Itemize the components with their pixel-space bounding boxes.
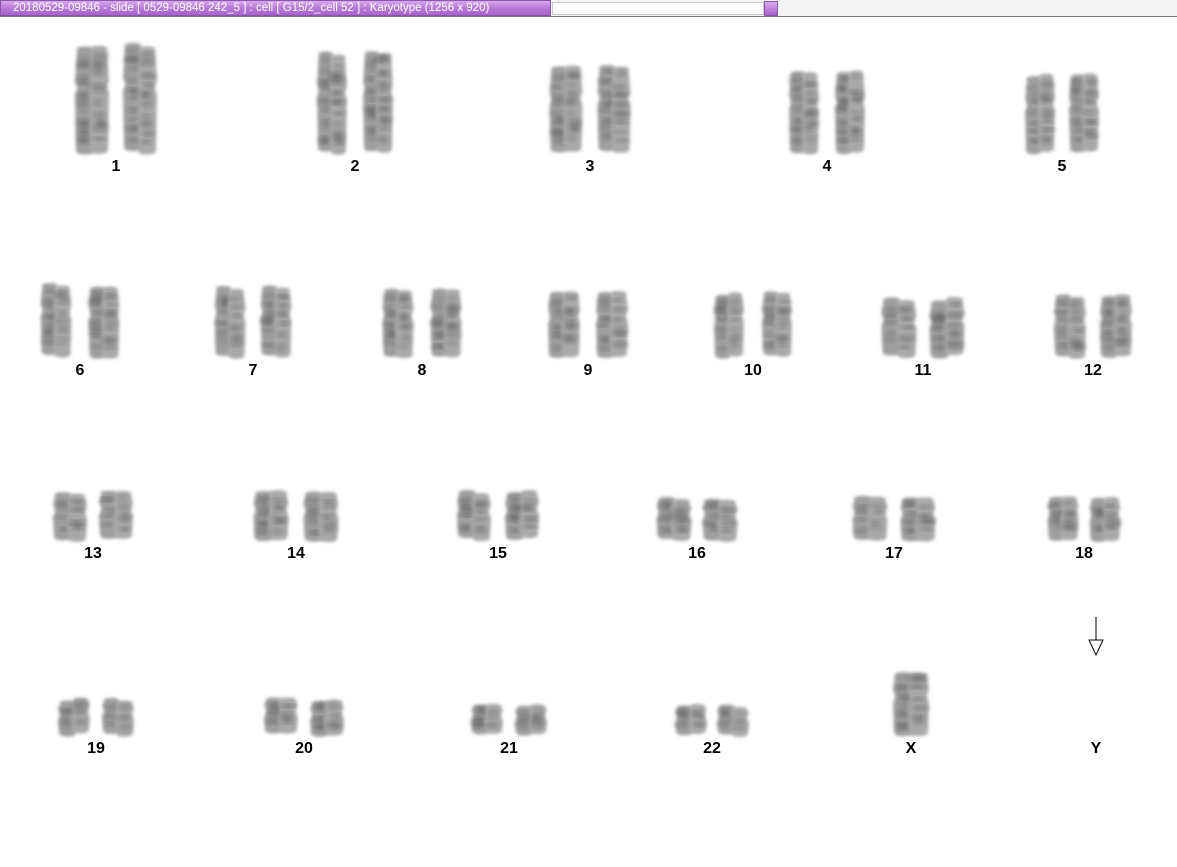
title-bar-handle[interactable] bbox=[764, 1, 778, 16]
chromosome-21-homolog-2[interactable] bbox=[515, 704, 547, 736]
chromosome-5-homolog-2[interactable] bbox=[1069, 73, 1099, 153]
chromosome-12-homolog-1[interactable] bbox=[1053, 294, 1086, 359]
chromosome-18-homolog-2[interactable] bbox=[1089, 496, 1122, 542]
chromosome-3-homolog-1[interactable] bbox=[549, 65, 583, 153]
chromosome-10-homolog-1[interactable] bbox=[713, 292, 744, 359]
chromosome-17-homolog-1[interactable] bbox=[852, 495, 888, 541]
chromosome-pair-13[interactable] bbox=[53, 490, 133, 542]
chromosome-pair-3[interactable] bbox=[549, 65, 631, 153]
chromosome-11-homolog-1[interactable] bbox=[881, 297, 917, 359]
chromosome-16-homolog-1[interactable] bbox=[656, 496, 692, 541]
chromosome-x-homolog-1[interactable] bbox=[892, 672, 930, 737]
chromosome-14-homolog-2[interactable] bbox=[303, 491, 339, 542]
chromosome-22-homolog-1[interactable] bbox=[674, 703, 707, 736]
chromosome-1-homolog-1[interactable] bbox=[75, 45, 110, 155]
chromosome-2-homolog-1[interactable] bbox=[316, 51, 347, 155]
chromosome-label-18: 18 bbox=[1075, 545, 1093, 562]
chromosome-6-homolog-1[interactable] bbox=[40, 283, 72, 358]
chromosome-label-19: 19 bbox=[87, 740, 105, 757]
chromosome-pair-11[interactable] bbox=[881, 297, 965, 359]
chromosome-20-homolog-1[interactable] bbox=[264, 697, 298, 734]
chromosome-20-homolog-2[interactable] bbox=[310, 699, 344, 737]
chromosome-pair-1[interactable] bbox=[75, 43, 157, 155]
chromosome-12-homolog-2[interactable] bbox=[1099, 294, 1132, 358]
chromosome-pair-10[interactable] bbox=[713, 291, 792, 359]
chromosome-9-homolog-2[interactable] bbox=[596, 291, 629, 358]
chromosome-label-16: 16 bbox=[688, 545, 706, 562]
chromosome-pair-2[interactable] bbox=[316, 51, 393, 155]
chromosome-14-homolog-1[interactable] bbox=[253, 490, 289, 542]
chromosome-pair-9[interactable] bbox=[548, 291, 629, 358]
chromosome-label-4: 4 bbox=[823, 158, 832, 175]
chromosome-label-y: Y bbox=[1091, 740, 1102, 757]
down-arrow-icon[interactable] bbox=[1088, 617, 1104, 657]
chromosome-2-homolog-2[interactable] bbox=[363, 51, 393, 153]
chromosome-pair-7[interactable] bbox=[214, 285, 292, 359]
karyogram-canvas: 1 2 3 4 56 7 8 9 10 11 1213 14 15 16 17 1819 20 21 22 X Y bbox=[40, 43, 1132, 757]
chromosome-17-homolog-2[interactable] bbox=[900, 497, 936, 542]
chromosome-label-7: 7 bbox=[249, 362, 258, 379]
chromosome-1-homolog-2[interactable] bbox=[123, 43, 157, 155]
chromosome-label-12: 12 bbox=[1084, 362, 1102, 379]
chromosome-label-3: 3 bbox=[586, 158, 595, 175]
chromosome-pair-4[interactable] bbox=[788, 70, 865, 155]
chromosome-pair-16[interactable] bbox=[656, 496, 738, 542]
chromosome-label-15: 15 bbox=[489, 545, 507, 562]
chromosome-13-homolog-2[interactable] bbox=[99, 490, 133, 539]
window-title-tab[interactable]: 20180529-09846 - slide [ 0529-09846 242_… bbox=[0, 0, 551, 16]
chromosome-11-homolog-2[interactable] bbox=[929, 297, 965, 359]
chromosome-label-14: 14 bbox=[287, 545, 305, 562]
chromosome-pair-6[interactable] bbox=[40, 283, 120, 359]
chromosome-pair-18[interactable] bbox=[1047, 496, 1122, 542]
window-title-bar: 20180529-09846 - slide [ 0529-09846 242_… bbox=[0, 0, 1177, 17]
chromosome-4-homolog-1[interactable] bbox=[788, 71, 819, 155]
chromosome-19-homolog-2[interactable] bbox=[102, 697, 134, 737]
chromosome-19-homolog-1[interactable] bbox=[58, 697, 90, 737]
chromosome-pair-x[interactable] bbox=[892, 672, 930, 737]
chromosome-label-22: 22 bbox=[703, 740, 721, 757]
chromosome-label-6: 6 bbox=[76, 362, 85, 379]
chromosome-pair-19[interactable] bbox=[58, 697, 134, 737]
chromosome-pair-15[interactable] bbox=[457, 490, 539, 542]
chromosome-22-homolog-2[interactable] bbox=[717, 704, 749, 737]
chromosome-label-11: 11 bbox=[915, 362, 932, 379]
chromosome-9-homolog-1[interactable] bbox=[548, 291, 580, 358]
chromosome-pair-8[interactable] bbox=[382, 288, 462, 359]
chromosome-pair-22[interactable] bbox=[674, 703, 749, 737]
chromosome-pair-5[interactable] bbox=[1025, 73, 1099, 155]
chromosome-label-20: 20 bbox=[295, 740, 313, 757]
chromosome-label-13: 13 bbox=[84, 545, 102, 562]
chromosome-3-homolog-2[interactable] bbox=[597, 65, 631, 153]
chromosome-pair-12[interactable] bbox=[1053, 294, 1132, 359]
chromosome-label-17: 17 bbox=[885, 545, 903, 562]
chromosome-4-homolog-2[interactable] bbox=[835, 70, 865, 155]
chromosome-5-homolog-1[interactable] bbox=[1025, 73, 1056, 155]
chromosome-pair-17[interactable] bbox=[852, 495, 936, 542]
chromosome-pair-21[interactable] bbox=[471, 703, 547, 736]
chromosome-label-8: 8 bbox=[418, 362, 427, 379]
chromosome-pair-14[interactable] bbox=[253, 490, 339, 542]
chromosome-label-21: 21 bbox=[500, 740, 518, 757]
chromosome-label-9: 9 bbox=[584, 362, 593, 379]
chromosome-15-homolog-2[interactable] bbox=[505, 490, 539, 540]
chromosome-7-homolog-1[interactable] bbox=[214, 285, 246, 359]
chromosome-label-2: 2 bbox=[351, 158, 360, 175]
chromosome-pair-20[interactable] bbox=[264, 697, 344, 737]
chromosome-label-5: 5 bbox=[1058, 158, 1067, 175]
chromosome-6-homolog-2[interactable] bbox=[87, 286, 120, 359]
chromosome-21-homolog-1[interactable] bbox=[471, 703, 503, 735]
chromosome-label-x: X bbox=[906, 740, 917, 757]
title-bar-track bbox=[552, 2, 764, 15]
chromosome-10-homolog-2[interactable] bbox=[762, 291, 792, 357]
chromosome-7-homolog-2[interactable] bbox=[260, 285, 292, 358]
chromosome-16-homolog-2[interactable] bbox=[702, 498, 738, 542]
chromosome-13-homolog-1[interactable] bbox=[53, 492, 87, 542]
chromosome-label-1: 1 bbox=[112, 158, 121, 175]
chromosome-8-homolog-2[interactable] bbox=[430, 288, 462, 358]
chromosome-15-homolog-1[interactable] bbox=[457, 490, 491, 542]
chromosome-label-10: 10 bbox=[744, 362, 762, 379]
chromosome-18-homolog-1[interactable] bbox=[1047, 496, 1079, 541]
chromosome-8-homolog-1[interactable] bbox=[382, 288, 414, 359]
